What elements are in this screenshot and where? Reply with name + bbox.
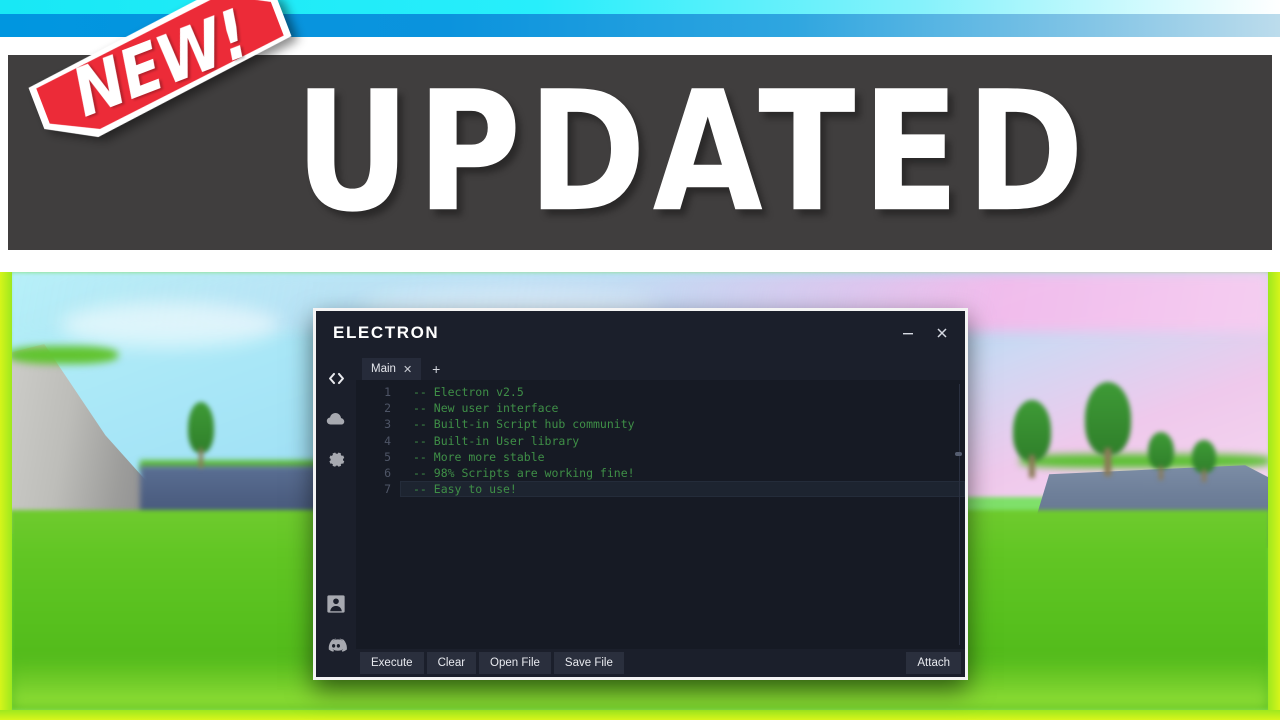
tree-crown (1013, 400, 1051, 461)
line-number: 1 (384, 385, 391, 399)
sidebar (316, 355, 356, 677)
main-column: Main ✕ + 1 2 3 4 5 6 7 -- Electron v2.5 … (356, 355, 965, 677)
tree-crown (1085, 382, 1131, 456)
attach-button[interactable]: Attach (906, 652, 961, 674)
tree (1013, 400, 1051, 478)
tree-trunk (1202, 469, 1206, 482)
cloud (60, 302, 280, 348)
code-line-active: -- Easy to use! (400, 481, 965, 498)
discord-icon[interactable] (321, 630, 351, 660)
tree (1085, 382, 1131, 476)
minimize-button[interactable] (891, 318, 925, 348)
window-controls (891, 318, 959, 348)
save-file-button[interactable]: Save File (553, 652, 624, 674)
tab-main[interactable]: Main ✕ (362, 358, 422, 380)
frame-edge-bottom (0, 710, 1280, 720)
frame-edge-left (0, 272, 12, 720)
scrollbar-thumb[interactable] (955, 452, 962, 456)
app-title: ELECTRON (333, 323, 440, 342)
tree-trunk (198, 448, 204, 468)
line-number: 7 (384, 482, 391, 497)
tree (1148, 432, 1174, 480)
tree (188, 402, 214, 468)
close-button[interactable] (925, 318, 959, 348)
code-area[interactable]: -- Electron v2.5 -- New user interface -… (400, 380, 965, 649)
clear-button[interactable]: Clear (426, 652, 477, 674)
tree-trunk (1104, 447, 1112, 476)
code-line: -- New user interface (413, 401, 559, 416)
tab-close-icon[interactable]: ✕ (403, 363, 412, 376)
add-tab-button[interactable]: + (423, 358, 449, 380)
line-number: 2 (384, 401, 391, 416)
window-body: Main ✕ + 1 2 3 4 5 6 7 -- Electron v2.5 … (316, 355, 965, 677)
tab-bar: Main ✕ + (356, 355, 965, 380)
code-editor[interactable]: 1 2 3 4 5 6 7 -- Electron v2.5 -- New us… (356, 380, 965, 649)
tab-label: Main (371, 363, 396, 375)
tree-crown (188, 402, 214, 454)
code-line: -- Built-in User library (413, 433, 580, 448)
thumbnail-header: UPDATED NEW! (0, 0, 1280, 272)
line-number: 4 (384, 433, 391, 448)
line-number: 6 (384, 465, 391, 480)
line-number: 5 (384, 449, 391, 464)
tree-trunk (1158, 465, 1164, 480)
code-line: -- More more stable (413, 449, 545, 464)
code-line: -- 98% Scripts are working fine! (413, 465, 635, 480)
code-line: -- Built-in Script hub community (413, 417, 635, 432)
tree-trunk (1028, 454, 1036, 478)
editor-scrollbar[interactable] (955, 384, 962, 645)
tree-crown (1192, 440, 1216, 473)
gear-icon[interactable] (321, 445, 351, 475)
frame-edge-right (1268, 272, 1280, 720)
action-bar: Execute Clear Open File Save File Attach (356, 649, 965, 677)
window-titlebar[interactable]: ELECTRON (316, 311, 965, 355)
line-number: 3 (384, 417, 391, 432)
line-number-gutter: 1 2 3 4 5 6 7 (356, 380, 400, 649)
code-line: -- Electron v2.5 (413, 385, 524, 399)
cloud-icon[interactable] (321, 404, 351, 434)
open-file-button[interactable]: Open File (479, 652, 551, 674)
code-brackets-icon[interactable] (321, 363, 351, 393)
electron-window: ELECTRON Main ✕ + 1 2 3 4 5 6 7 -- Elect… (313, 308, 968, 680)
cliff-grass-cap (8, 346, 118, 364)
scrollbar-track (959, 384, 960, 645)
tree (1192, 440, 1216, 482)
user-icon[interactable] (321, 589, 351, 619)
execute-button[interactable]: Execute (360, 652, 424, 674)
tree-crown (1148, 432, 1174, 470)
